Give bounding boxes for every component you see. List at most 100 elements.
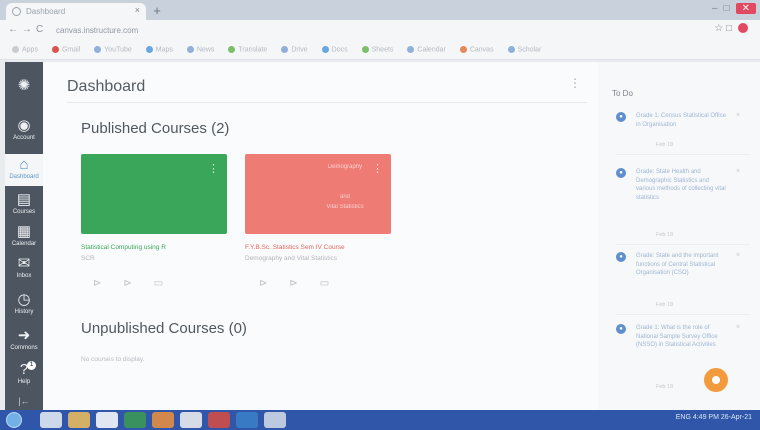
dashboard-main: Dashboard ⋮ Published Courses (2) ⋮ Stat…: [43, 62, 598, 410]
inbox-icon: ✉: [17, 255, 31, 272]
assignment-icon: ●: [616, 168, 626, 178]
bookmark-label: Canvas: [469, 46, 494, 54]
dashboard-icon: ⌂: [19, 156, 29, 173]
assignments-icon[interactable]: ⊳: [123, 278, 153, 289]
nav-account-label: Account: [13, 135, 35, 141]
bookmark-label: Maps: [155, 46, 173, 54]
courses-icon: ▤: [16, 191, 32, 208]
start-button[interactable]: [6, 412, 22, 428]
nav-help[interactable]: ? 1 Help: [5, 361, 43, 385]
dismiss-icon[interactable]: ×: [736, 252, 740, 259]
announcements-icon[interactable]: ⊳: [259, 278, 289, 289]
taskbar-app-icon[interactable]: [152, 412, 174, 428]
maximize-icon[interactable]: □: [724, 3, 736, 14]
bookmark-item[interactable]: YouTube: [94, 46, 132, 53]
assignments-icon[interactable]: ⊳: [289, 278, 319, 289]
nav-history[interactable]: ◷ History: [5, 292, 43, 316]
todo-sidebar: To Do ● Grade 1: Census Statistical Offi…: [598, 62, 760, 410]
todo-item-text[interactable]: Grade 1: What is the role of National Sa…: [636, 324, 728, 350]
profile-avatar[interactable]: [738, 23, 748, 34]
dismiss-icon[interactable]: ×: [736, 324, 740, 331]
dismiss-icon[interactable]: ×: [736, 112, 740, 119]
page-title: Dashboard: [67, 78, 146, 95]
bookmark-item[interactable]: Sheets: [361, 46, 393, 53]
bookmark-item[interactable]: Gmail: [51, 46, 80, 53]
discussions-icon[interactable]: ▭: [154, 278, 185, 289]
nav-inbox[interactable]: ✉ Inbox: [5, 255, 43, 280]
collapse-nav-button[interactable]: |←: [5, 396, 43, 406]
chat-bubble-button[interactable]: [704, 368, 728, 392]
todo-item-text[interactable]: Grade: State and the important functions…: [636, 252, 728, 278]
taskbar-app-icon[interactable]: [124, 412, 146, 428]
course-card-1-title[interactable]: Statistical Computing using R: [81, 244, 241, 251]
nav-account[interactable]: ◉ Account: [5, 118, 43, 142]
new-tab-button[interactable]: +: [150, 4, 164, 18]
bookmark-label: Calendar: [417, 46, 446, 54]
course-card-1-actions: ⊳⊳▭: [93, 278, 185, 289]
bookmark-item[interactable]: Apps: [12, 46, 38, 53]
nav-dashboard-label: Dashboard: [9, 174, 39, 180]
dashboard-options-icon[interactable]: ⋮: [569, 76, 581, 90]
reload-icon[interactable]: C: [36, 24, 43, 35]
bookmark-icon: [51, 46, 59, 53]
browser-tab[interactable]: Dashboard ×: [6, 3, 146, 20]
course-card-2-title[interactable]: F.Y.B.Sc. Statistics Sem IV Course: [245, 244, 405, 251]
nav-dashboard[interactable]: ⌂ Dashboard: [5, 154, 43, 186]
bookmark-item[interactable]: Translate: [228, 46, 267, 53]
dismiss-icon[interactable]: ×: [736, 168, 740, 175]
address-bar-row: ← → C canvas.instructure.com ☆ □: [0, 20, 760, 40]
bookmark-item[interactable]: Canvas: [459, 46, 494, 54]
todo-item-meta: Feb 18: [656, 232, 674, 238]
taskbar-app-icon[interactable]: [40, 412, 62, 428]
taskbar-app-icon[interactable]: [68, 412, 90, 428]
card-options-icon[interactable]: ⋮: [208, 162, 219, 175]
bookmark-item[interactable]: Maps: [145, 46, 173, 54]
course-card-2[interactable]: ⋮ Demography and Vital Statistics: [245, 154, 391, 234]
discussions-icon[interactable]: ▭: [320, 278, 351, 289]
bookmark-label: Translate: [238, 46, 268, 54]
taskbar-app-icon[interactable]: [236, 412, 258, 428]
nav-history-label: History: [14, 309, 34, 315]
taskbar-app-icon[interactable]: [180, 412, 202, 428]
bookmark-item[interactable]: Calendar: [407, 46, 446, 54]
todo-item-meta: Feb 18: [656, 142, 674, 148]
taskbar-app-icon[interactable]: [264, 412, 286, 428]
nav-commons[interactable]: ➜ Commons: [5, 327, 43, 352]
star-icon[interactable]: ☆: [714, 23, 723, 34]
nav-courses-label: Courses: [12, 209, 36, 215]
nav-courses[interactable]: ▤ Courses: [5, 191, 43, 216]
bookmark-item[interactable]: Scholar: [507, 46, 542, 54]
bookmark-item[interactable]: Drive: [281, 46, 308, 53]
card-overlay-text-2: and: [339, 194, 350, 200]
commons-icon: ➜: [17, 327, 31, 344]
bookmark-icon: [507, 46, 515, 53]
canvas-logo[interactable]: ✺: [5, 78, 43, 95]
tab-close-icon[interactable]: ×: [135, 5, 140, 15]
close-window-icon[interactable]: ✕: [735, 3, 756, 14]
nav-calendar[interactable]: ▦ Calendar: [5, 224, 43, 248]
nav-calendar-label: Calendar: [11, 241, 37, 247]
card-overlay-text-1: Demography: [327, 164, 363, 170]
divider: [616, 244, 750, 245]
browser-tab-bar: Dashboard × + –□ ✕: [0, 0, 760, 20]
taskbar-app-icon[interactable]: [96, 412, 118, 428]
bookmark-icon: [407, 46, 415, 53]
help-badge: 1: [27, 361, 36, 370]
divider: [616, 314, 750, 315]
os-taskbar: ENG 4:49 PM 26-Apr-21: [0, 410, 760, 430]
back-icon[interactable]: ←: [8, 24, 18, 35]
announcements-icon[interactable]: ⊳: [93, 278, 123, 289]
url-input[interactable]: canvas.instructure.com: [52, 24, 662, 37]
taskbar-app-icon[interactable]: [208, 412, 230, 428]
bookmark-label: Scholar: [517, 46, 542, 54]
menu-icon[interactable]: □: [726, 23, 732, 34]
course-card-1[interactable]: ⋮: [81, 154, 227, 234]
assignment-icon: ●: [616, 112, 626, 122]
minimize-icon[interactable]: –: [712, 3, 724, 14]
bookmark-item[interactable]: News: [186, 46, 214, 53]
bookmark-item[interactable]: Docs: [321, 46, 348, 53]
todo-item-text[interactable]: Grade: State Health and Demographic Stat…: [636, 168, 728, 202]
forward-icon[interactable]: →: [22, 24, 32, 35]
todo-item-meta: Feb 18: [656, 302, 674, 308]
todo-item-text[interactable]: Grade 1: Census Statistical Office in Or…: [636, 112, 728, 129]
